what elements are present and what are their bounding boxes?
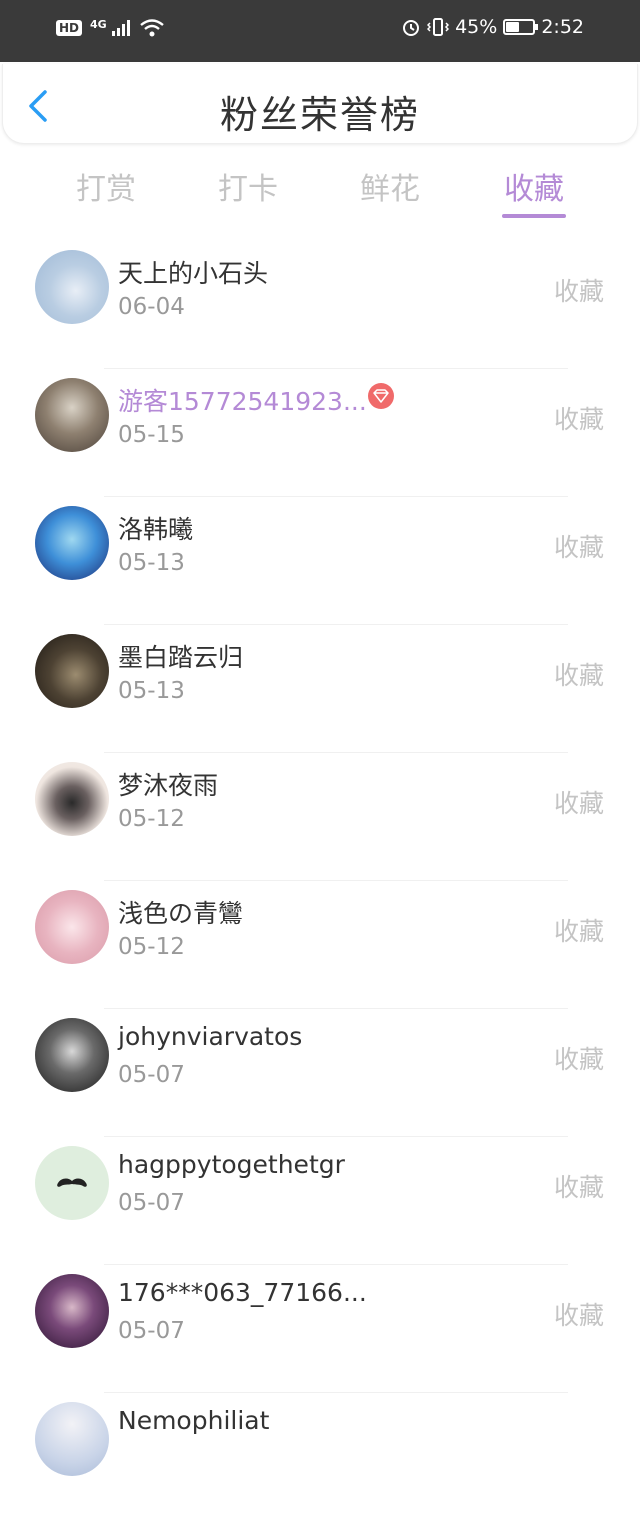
divider (104, 1264, 568, 1265)
date: 05-07 (118, 1190, 185, 1216)
date: 05-12 (118, 806, 185, 832)
favorite-label: 收藏 (553, 661, 604, 690)
list-item[interactable]: Nemophiliat (0, 1392, 640, 1520)
user-name: johynviarvatos (118, 1022, 303, 1051)
list-item[interactable]: 天上的小石头 06-04 收藏 (0, 240, 640, 368)
hd-badge: HD (56, 20, 83, 36)
avatar (35, 890, 109, 964)
diamond-icon (373, 389, 389, 403)
list-item[interactable]: 176***063_77166... 05-07 收藏 (0, 1264, 640, 1392)
favorite-label: 收藏 (553, 1301, 604, 1330)
avatar (35, 1402, 109, 1476)
favorite-label: 收藏 (553, 1045, 604, 1074)
divider (104, 496, 568, 497)
tab-bar: 打赏 打卡 鲜花 收藏 (0, 160, 640, 230)
battery-percent: 45% (455, 16, 498, 38)
vip-badge (368, 383, 394, 409)
list-item[interactable]: 浅色の青鸞 05-12 收藏 (0, 880, 640, 1008)
date: 05-07 (118, 1062, 185, 1088)
favorite-label: 收藏 (553, 533, 604, 562)
divider (104, 1392, 568, 1393)
fans-list: 天上的小石头 06-04 收藏 游客15772541923... 05-15 收… (0, 240, 640, 1520)
divider (104, 880, 568, 881)
favorite-label: 收藏 (553, 1173, 604, 1202)
alarm-icon (403, 20, 420, 36)
divider (104, 624, 568, 625)
divider (104, 752, 568, 753)
favorite-label: 收藏 (553, 789, 604, 818)
user-name: 游客15772541923... (118, 387, 367, 416)
date: 05-15 (118, 422, 185, 448)
status-right: 45% 2:52 (401, 16, 584, 38)
divider (104, 368, 568, 369)
user-name: 浅色の青鸞 (118, 899, 244, 928)
avatar (35, 1018, 109, 1092)
active-tab-indicator (502, 214, 566, 218)
battery-icon (503, 19, 539, 35)
divider (104, 1008, 568, 1009)
list-item[interactable]: 墨白踏云归 05-13 收藏 (0, 624, 640, 752)
avatar (35, 506, 109, 580)
status-bar: HD 4G 45% 2:52 (0, 0, 640, 62)
tab-reward[interactable]: 打赏 (56, 164, 156, 208)
user-name: hagppytogethetgr (118, 1150, 345, 1179)
avatar (35, 378, 109, 452)
avatar (35, 250, 109, 324)
user-name: 墨白踏云归 (118, 643, 244, 672)
avatar (35, 634, 109, 708)
list-item[interactable]: 梦沐夜雨 05-12 收藏 (0, 752, 640, 880)
vibrate-icon (427, 18, 450, 36)
page-title: 粉丝荣誉榜 (219, 93, 420, 137)
date: 05-13 (118, 550, 185, 576)
date: 05-13 (118, 678, 185, 704)
avatar (35, 762, 109, 836)
tab-flowers[interactable]: 鲜花 (340, 164, 440, 208)
user-name: 梦沐夜雨 (118, 771, 219, 800)
wifi-icon (139, 19, 164, 37)
user-name: Nemophiliat (118, 1406, 270, 1435)
list-item[interactable]: johynviarvatos 05-07 收藏 (0, 1008, 640, 1136)
signal-icon (111, 20, 130, 36)
favorite-label: 收藏 (553, 277, 604, 306)
date: 05-07 (118, 1318, 185, 1344)
tab-favorites[interactable]: 收藏 (484, 164, 584, 208)
user-name: 176***063_77166... (118, 1278, 367, 1307)
avatar (35, 1146, 109, 1220)
mustache-icon (57, 1178, 87, 1187)
user-name: 洛韩曦 (118, 515, 194, 544)
list-item[interactable]: 游客15772541923... 05-15 收藏 (0, 368, 640, 496)
avatar (35, 1274, 109, 1348)
status-left: HD 4G (56, 18, 165, 38)
divider (104, 1136, 568, 1137)
favorite-label: 收藏 (553, 405, 604, 434)
header: 粉丝荣誉榜 (2, 64, 638, 144)
user-name: 天上的小石头 (118, 259, 269, 288)
favorite-label: 收藏 (553, 917, 604, 946)
network-type: 4G (90, 17, 107, 31)
clock: 2:52 (541, 16, 584, 38)
list-item[interactable]: hagppytogethetgr 05-07 收藏 (0, 1136, 640, 1264)
tab-checkin[interactable]: 打卡 (198, 164, 298, 208)
date: 06-04 (118, 294, 185, 320)
list-item[interactable]: 洛韩曦 05-13 收藏 (0, 496, 640, 624)
date: 05-12 (118, 934, 185, 960)
